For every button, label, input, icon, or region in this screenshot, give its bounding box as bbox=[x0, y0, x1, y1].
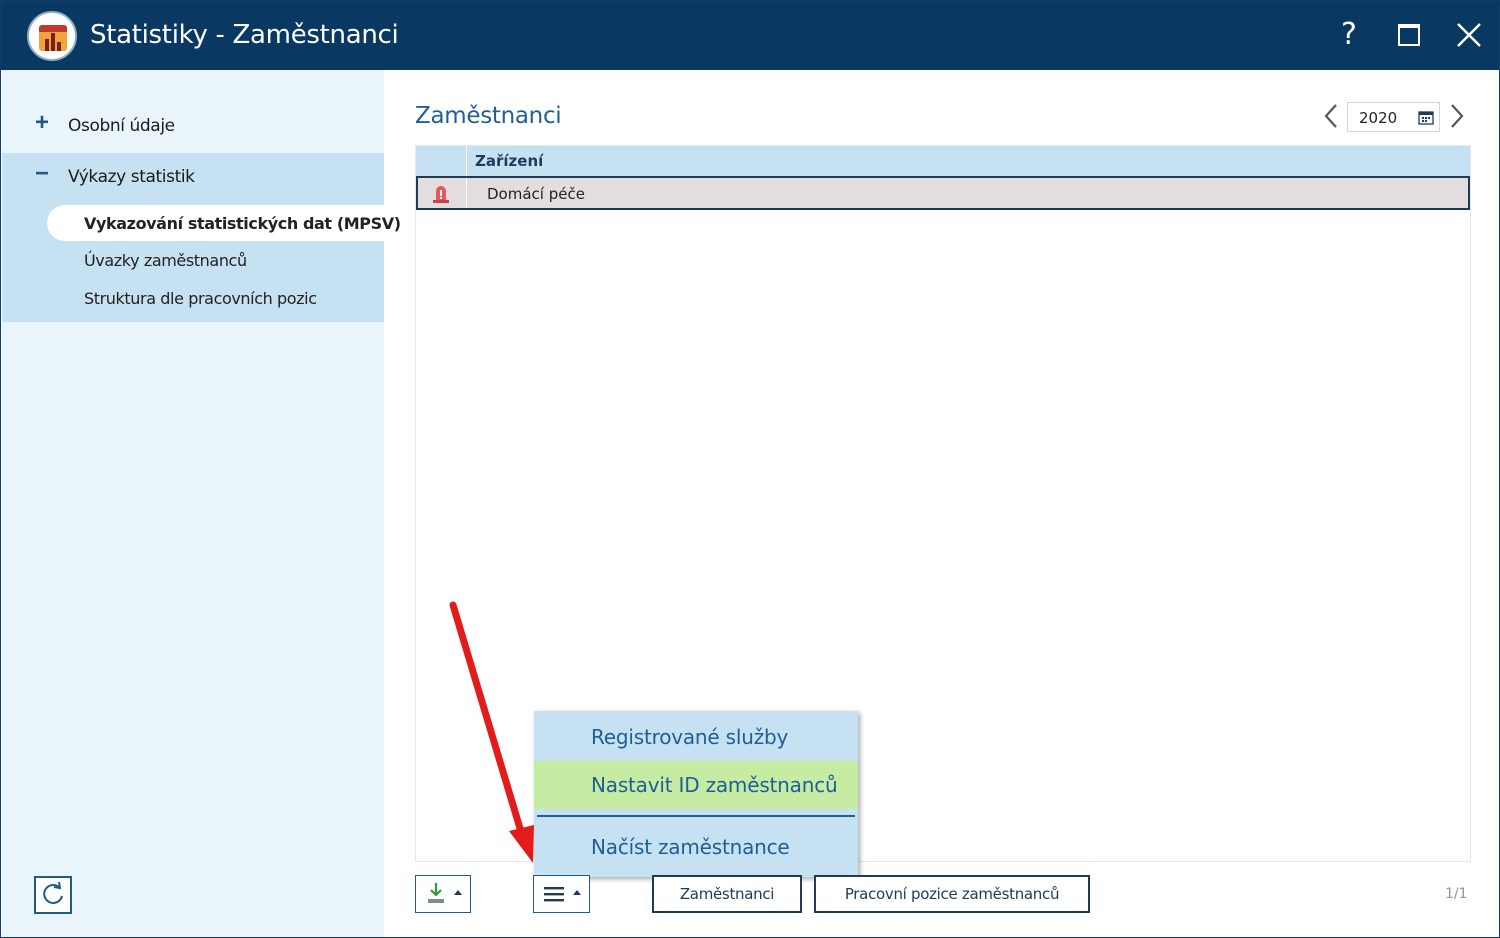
export-button[interactable] bbox=[415, 875, 471, 913]
sidebar-group-label: Výkazy statistik bbox=[68, 167, 195, 187]
previous-year-button[interactable] bbox=[1319, 101, 1343, 131]
expand-icon[interactable]: + bbox=[32, 111, 52, 135]
hamburger-icon bbox=[544, 887, 564, 902]
window-title: Statistiky - Zaměstnanci bbox=[90, 20, 399, 50]
title-bar: Statistiky - Zaměstnanci ? bbox=[1, 1, 1499, 70]
sidebar-item-label: Struktura dle pracovních pozic bbox=[84, 289, 317, 308]
menu-item-registrovane-sluzby[interactable]: Registrované služby bbox=[534, 713, 858, 761]
refresh-button[interactable] bbox=[34, 876, 72, 914]
maximize-icon bbox=[1398, 24, 1420, 46]
sidebar-item-struktura-pozic[interactable]: Struktura dle pracovních pozic bbox=[47, 280, 384, 316]
menu-item-nastavit-id[interactable]: Nastavit ID zaměstnanců bbox=[534, 761, 858, 809]
pager: 1/1 bbox=[1445, 886, 1468, 902]
table-header: Zařízení bbox=[416, 146, 1470, 176]
chevron-left-icon bbox=[1324, 104, 1337, 128]
app-window: Statistiky - Zaměstnanci ? + Osobní údaj… bbox=[0, 0, 1500, 938]
caret-up-icon bbox=[573, 890, 581, 895]
caret-up-icon bbox=[454, 890, 462, 895]
page-title: Zaměstnanci bbox=[415, 103, 562, 129]
collapse-icon[interactable]: − bbox=[32, 162, 52, 186]
menu-item-nacist-zamestnance[interactable]: Načíst zaměstnance bbox=[534, 823, 858, 871]
actions-popup-menu: Registrované služby Nastavit ID zaměstna… bbox=[534, 711, 858, 877]
sidebar-item-vykazovani-mpsv[interactable]: Vykazování statistických dat (MPSV) bbox=[47, 205, 401, 241]
positions-button[interactable]: Pracovní pozice zaměstnanců bbox=[814, 875, 1090, 913]
menu-divider bbox=[537, 815, 855, 817]
menu-button[interactable] bbox=[533, 875, 590, 913]
maximize-button[interactable] bbox=[1389, 15, 1429, 55]
facility-name: Domácí péče bbox=[487, 185, 585, 203]
sidebar-item-uvazky[interactable]: Úvazky zaměstnanců bbox=[47, 242, 384, 278]
sidebar-item-label: Úvazky zaměstnanců bbox=[84, 251, 247, 270]
sidebar-group-label: Osobní údaje bbox=[68, 116, 175, 136]
year-picker[interactable]: 2020 bbox=[1347, 102, 1440, 132]
sidebar-group-osobni-udaje[interactable]: + Osobní údaje bbox=[2, 107, 384, 147]
app-logo-icon bbox=[27, 11, 77, 61]
employees-button[interactable]: Zaměstnanci bbox=[652, 875, 802, 913]
alarm-icon bbox=[433, 186, 449, 203]
menu-item-label: Načíst zaměstnance bbox=[591, 835, 790, 859]
sidebar-item-label: Vykazování statistických dat (MPSV) bbox=[84, 214, 401, 233]
table-row[interactable]: Domácí péče bbox=[416, 176, 1470, 210]
year-value: 2020 bbox=[1359, 109, 1398, 127]
sidebar: + Osobní údaje − Výkazy statistik Vykazo… bbox=[2, 70, 401, 937]
download-icon bbox=[428, 883, 444, 903]
calendar-icon[interactable] bbox=[1418, 110, 1434, 125]
chevron-right-icon bbox=[1451, 104, 1464, 128]
menu-item-label: Nastavit ID zaměstnanců bbox=[591, 773, 838, 797]
column-header-zarizeni[interactable]: Zařízení bbox=[475, 152, 543, 170]
close-icon bbox=[1457, 23, 1481, 47]
next-year-button[interactable] bbox=[1445, 101, 1469, 131]
menu-item-label: Registrované služby bbox=[591, 725, 789, 749]
sidebar-group-vykazy-statistik[interactable]: − Výkazy statistik bbox=[2, 158, 384, 198]
close-button[interactable] bbox=[1449, 15, 1489, 55]
help-button[interactable]: ? bbox=[1329, 15, 1369, 55]
refresh-icon bbox=[43, 881, 63, 904]
